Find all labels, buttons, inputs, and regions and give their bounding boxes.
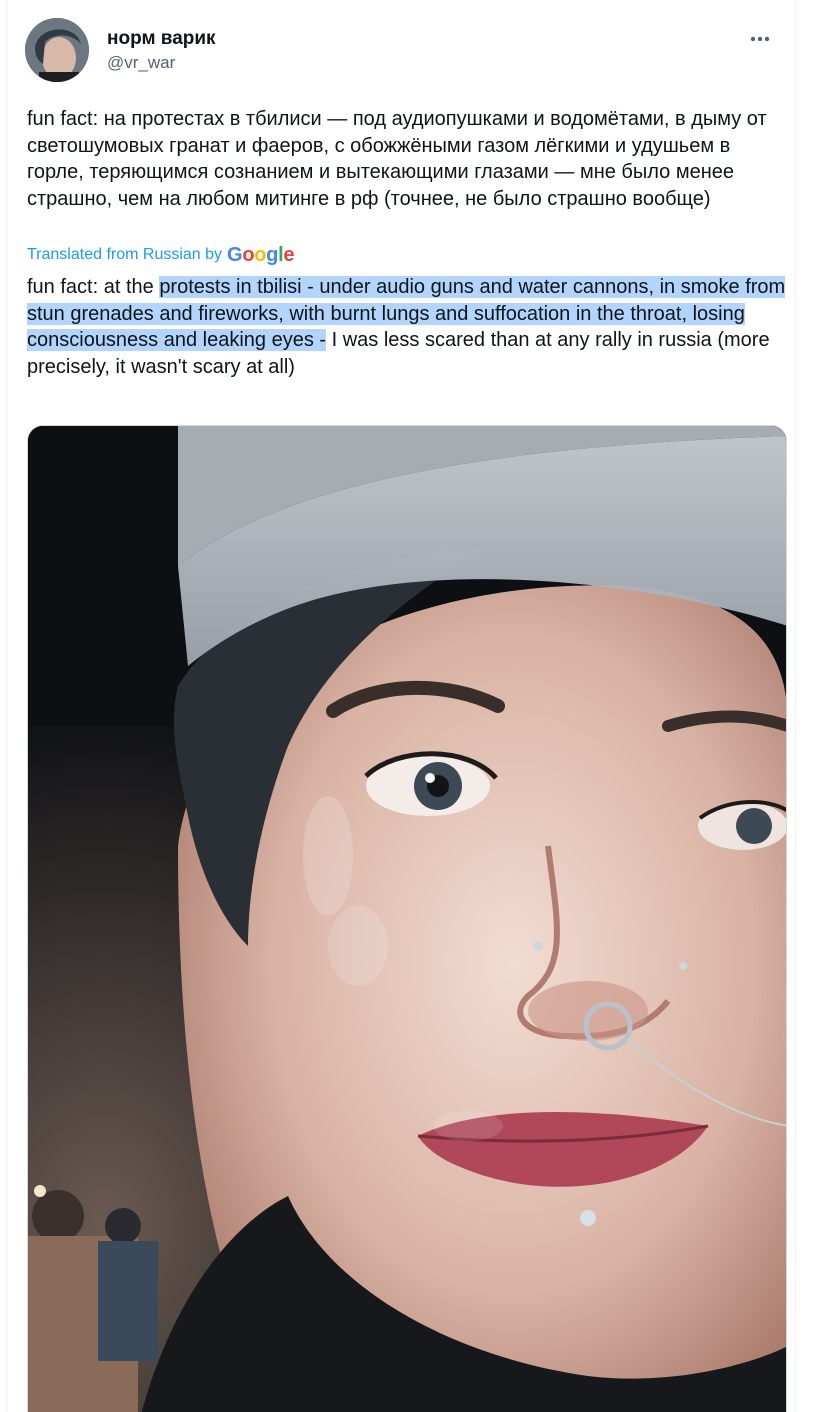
avatar-image — [25, 18, 89, 82]
tweet-photo[interactable] — [27, 425, 787, 1412]
tweet-translated-text: fun fact: at the protests in tbilisi - u… — [27, 274, 787, 380]
user-handle[interactable]: @vr_war — [107, 53, 216, 73]
tweet-card: норм варик @vr_war fun fact: на протеста… — [6, 0, 796, 1412]
translation-before-highlight: fun fact: at the — [27, 276, 160, 298]
tweet-original-text: fun fact: на протестах в тбилиси — под а… — [27, 108, 767, 210]
display-name[interactable]: норм варик — [107, 28, 216, 50]
google-logo: Google — [227, 244, 295, 266]
translated-by-link[interactable]: Translated from Russian by Google — [27, 243, 294, 267]
translated-by-label: Translated from Russian by — [27, 246, 223, 263]
photo-image — [28, 426, 786, 1412]
more-options-button[interactable] — [743, 24, 777, 54]
avatar[interactable] — [25, 18, 89, 82]
tweet-header: норм варик @vr_war — [25, 18, 777, 86]
more-dots-icon — [750, 36, 770, 42]
